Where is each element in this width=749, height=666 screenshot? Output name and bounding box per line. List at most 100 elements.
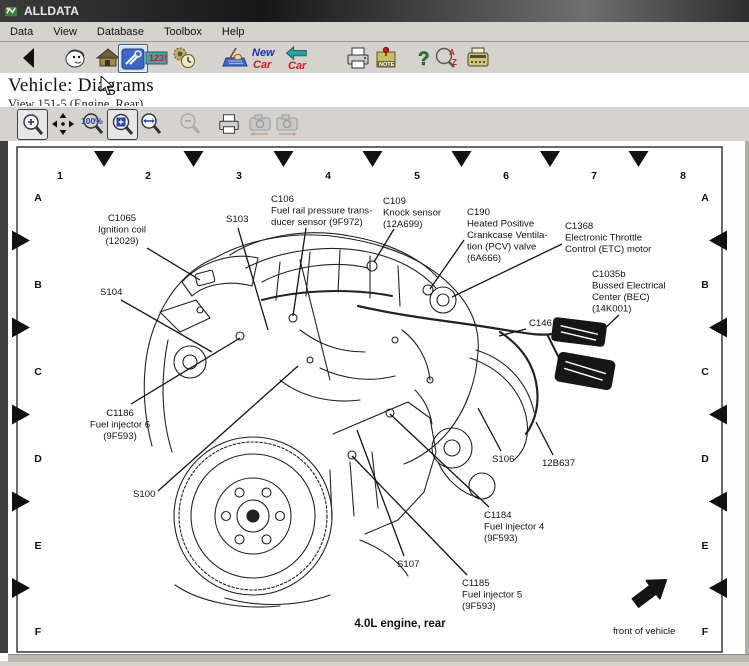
pan-arrows-icon (51, 112, 75, 136)
callout-text-line: (14K001) (592, 304, 631, 315)
callout-text-line: C1035b (592, 269, 626, 280)
callout-text-line: Control (ETC) motor (565, 244, 652, 255)
note-text: NOTE (379, 62, 395, 68)
window-right-edge (745, 141, 749, 661)
menu-data[interactable]: Data (0, 24, 43, 40)
zoom-in-button[interactable] (17, 109, 48, 140)
zoom-in-icon (21, 113, 45, 137)
next-image-button[interactable] (272, 109, 301, 138)
printer-icon (345, 45, 371, 71)
main-toolbar: 123! New Car Car (0, 42, 749, 74)
back-button[interactable] (14, 44, 42, 71)
callout-text-line: S104 (100, 287, 123, 298)
print-view-button[interactable] (214, 109, 243, 138)
callout-text-line: Fuel injector 5 (462, 590, 522, 601)
grid-row-label-left: C (34, 366, 42, 378)
diagram-caption: 4.0L engine, rear (354, 618, 446, 630)
menu-view[interactable]: View (43, 24, 87, 40)
callout-text-line: 12B637 (542, 458, 575, 469)
search-a-text: A (449, 48, 455, 57)
zoom-out-icon (178, 112, 202, 136)
parts-button[interactable]: 123! (143, 44, 171, 71)
zoom-100-button[interactable]: 100% (78, 109, 107, 138)
callout-text-line: Knock sensor (383, 208, 442, 219)
back-arrow-icon (20, 47, 36, 69)
print-button[interactable] (344, 44, 372, 71)
callout-text-line: (12A699) (383, 219, 422, 230)
cash-register-icon (464, 45, 492, 71)
grid-row-label-right: E (701, 540, 708, 552)
grid-row-label-right: B (701, 279, 709, 291)
new-car-icon: New Car (250, 45, 278, 71)
grid-row-label-left: B (34, 279, 42, 291)
menu-database[interactable]: Database (87, 24, 154, 40)
grid-column-label: 2 (145, 170, 151, 182)
callout-text-line: Electronic Throttle (565, 233, 642, 244)
callout-text-line: S100 (133, 489, 155, 500)
front-of-vehicle-label: front of vehicle (613, 626, 675, 637)
zoom-100-text: 100% (81, 116, 103, 126)
note-icon: NOTE (373, 45, 399, 71)
previous-car-button[interactable]: Car (282, 44, 310, 71)
new-car-text-top: New (252, 47, 276, 59)
callout-text-line: C146 (529, 318, 552, 329)
callout-text-line: C1184 (484, 510, 512, 521)
previous-car-text: Car (288, 60, 307, 71)
grid-row-label-right: A (701, 192, 709, 204)
camera-previous-icon (247, 111, 273, 137)
titlebar: ALLDATA (0, 0, 749, 22)
help-icon: ? (413, 45, 435, 71)
previous-car-icon: Car (282, 45, 310, 71)
callout-text-line: Bussed Electrical (592, 281, 666, 292)
callout-text-line: C106 (271, 194, 294, 205)
callout-text-line: (9F593) (462, 601, 496, 612)
grid-column-label: 3 (236, 170, 242, 182)
tech-assist-button[interactable] (62, 44, 90, 71)
grid-column-label: 5 (414, 170, 420, 182)
diagrams-tools-icon (121, 47, 145, 71)
notes-button[interactable]: NOTE (372, 44, 400, 71)
labor-button[interactable] (220, 44, 248, 71)
callout-text-line: Fuel injector 6 (90, 420, 150, 431)
estimate-button[interactable] (464, 44, 492, 71)
callout-text-line: C1065 (108, 213, 136, 224)
grid-row-label-left: D (34, 453, 42, 465)
menu-help[interactable]: Help (212, 24, 255, 40)
menu-toolbox[interactable]: Toolbox (154, 24, 212, 40)
callout-text-line: C1186 (106, 408, 134, 419)
callout-text-line: C109 (383, 196, 406, 207)
zoom-out-button[interactable] (175, 109, 204, 138)
callout-text-line: ducer sensor (9F972) (271, 217, 363, 228)
zoom-100-icon: 100% (80, 112, 106, 136)
search-index-button[interactable]: A Z (434, 44, 462, 71)
callout-text-line: Fuel rail pressure trans- (271, 206, 372, 217)
callout-text-line: (9F593) (103, 431, 137, 442)
window-left-edge (0, 141, 8, 653)
pan-button[interactable] (48, 109, 77, 138)
callout-text-line: Fuel injector 4 (484, 522, 545, 533)
svg-text:123!: 123! (149, 53, 167, 63)
grid-column-label: 6 (503, 170, 509, 182)
callout-text-line: (9F593) (484, 533, 518, 544)
zoom-fit-button[interactable] (107, 109, 138, 140)
grid-row-label-left: A (34, 192, 42, 204)
mouse-cursor (100, 76, 114, 96)
callout-text-line: C190 (467, 207, 490, 218)
maintenance-button[interactable] (170, 44, 198, 71)
zoom-fit-icon (111, 113, 135, 137)
grid-row-label-right: D (701, 453, 709, 465)
callout-text-line: tion (PCV) valve (467, 242, 536, 253)
page-title: Vehicle: Diagrams (8, 75, 154, 97)
grid-row-label-left: F (35, 626, 42, 638)
callout-text-line: Ignition coil (98, 225, 146, 236)
diagram-viewport[interactable]: 4.0L engine, rear front of vehicle 12345… (0, 141, 749, 661)
viewer-toolbar: 100% (0, 106, 749, 142)
new-car-button[interactable]: New Car (250, 44, 278, 71)
zoom-width-button[interactable] (136, 109, 165, 138)
grid-column-label: 7 (591, 170, 597, 182)
camera-next-icon (274, 111, 300, 137)
grid-row-label-left: E (34, 540, 41, 552)
hand-keyboard-icon (220, 45, 248, 71)
callout-text-line: C1185 (462, 578, 490, 589)
previous-image-button[interactable] (245, 109, 274, 138)
